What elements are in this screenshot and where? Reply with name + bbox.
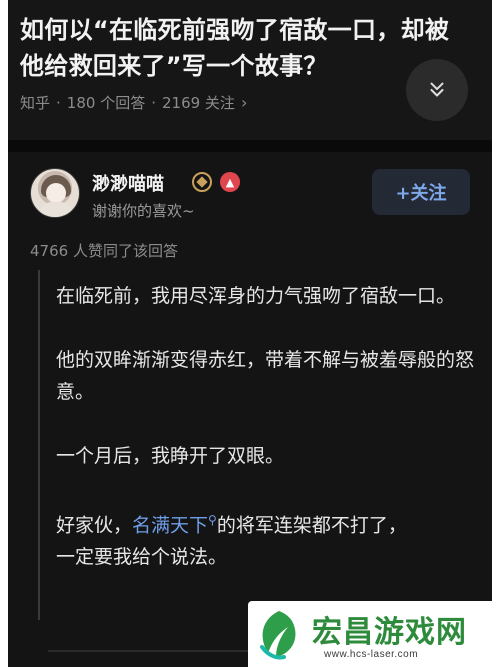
- expand-button[interactable]: [406, 59, 468, 121]
- double-chevron-down-icon: [430, 82, 444, 97]
- answer-card: 渺渺喵喵 ▲ 谢谢你的喜欢~ +关注 4766 人赞同了该回答 在临死前，我用尽…: [8, 152, 492, 667]
- section-divider: [8, 140, 492, 152]
- hot-badge-icon[interactable]: ▲: [220, 172, 240, 192]
- like-count: 4766 人赞同了该回答: [30, 242, 178, 260]
- paragraph: 在临死前，我用尽浑身的力气强吻了宿敌一口。: [56, 285, 456, 307]
- avatar-face: [46, 183, 66, 203]
- author-bio: 谢谢你的喜欢~: [92, 202, 195, 220]
- paragraph: 他的双眸渐渐变得赤红，带着不解与被羞辱般的怒意。: [56, 349, 475, 403]
- answer-content[interactable]: 在临死前，我用尽浑身的力气强吻了宿敌一口。 他的双眸渐渐变得赤红，带着不解与被羞…: [56, 280, 474, 573]
- watermark-url: www.hcs-laser.com: [324, 649, 419, 660]
- site-watermark: 宏昌游戏网 www.hcs-laser.com: [248, 601, 492, 667]
- zhihu-answer-screen: 如何以“在临死前强吻了宿敌一口，却被他给救回来了”写一个故事？ 知乎 · 180…: [8, 0, 492, 667]
- paragraph-text: 好家伙，: [56, 514, 133, 537]
- question-meta[interactable]: 知乎 · 180 个回答 · 2169 关注 ›: [20, 92, 247, 113]
- paragraph-text: 的将军连架都不打了，: [216, 514, 407, 537]
- meta-separator: ·: [56, 93, 61, 112]
- quote-bar: [38, 270, 40, 620]
- creator-badge-icon[interactable]: [192, 172, 212, 192]
- avatar[interactable]: [30, 168, 80, 218]
- meta-follower-count: 2169 关注: [161, 94, 235, 112]
- question-header[interactable]: 如何以“在临死前强吻了宿敌一口，却被他给救回来了”写一个故事？ 知乎 · 180…: [8, 0, 492, 140]
- search-icon[interactable]: ⚲: [208, 513, 217, 527]
- question-title[interactable]: 如何以“在临死前强吻了宿敌一口，却被他给救回来了”写一个故事？: [20, 12, 460, 84]
- watermark-title: 宏昌游戏网: [312, 615, 467, 650]
- paragraph: 好家伙，名满天下⚲的将军连架都不打了， 一定要我给个说法。: [56, 504, 474, 573]
- avatar-body: [40, 202, 72, 217]
- chevron-right-icon: ›: [240, 93, 248, 112]
- paragraph: 一个月后，我睁开了双眼。: [56, 445, 285, 467]
- leaf-logo-icon: [260, 611, 296, 660]
- follow-button[interactable]: +关注: [372, 169, 470, 215]
- search-link[interactable]: 名满天下: [132, 514, 208, 536]
- meta-separator: ·: [151, 93, 156, 112]
- paragraph-text: 一定要我给个说法。: [56, 546, 228, 569]
- meta-answer-count: 180 个回答: [66, 94, 146, 112]
- meta-source: 知乎: [20, 94, 51, 112]
- author-name[interactable]: 渺渺喵喵: [92, 170, 164, 196]
